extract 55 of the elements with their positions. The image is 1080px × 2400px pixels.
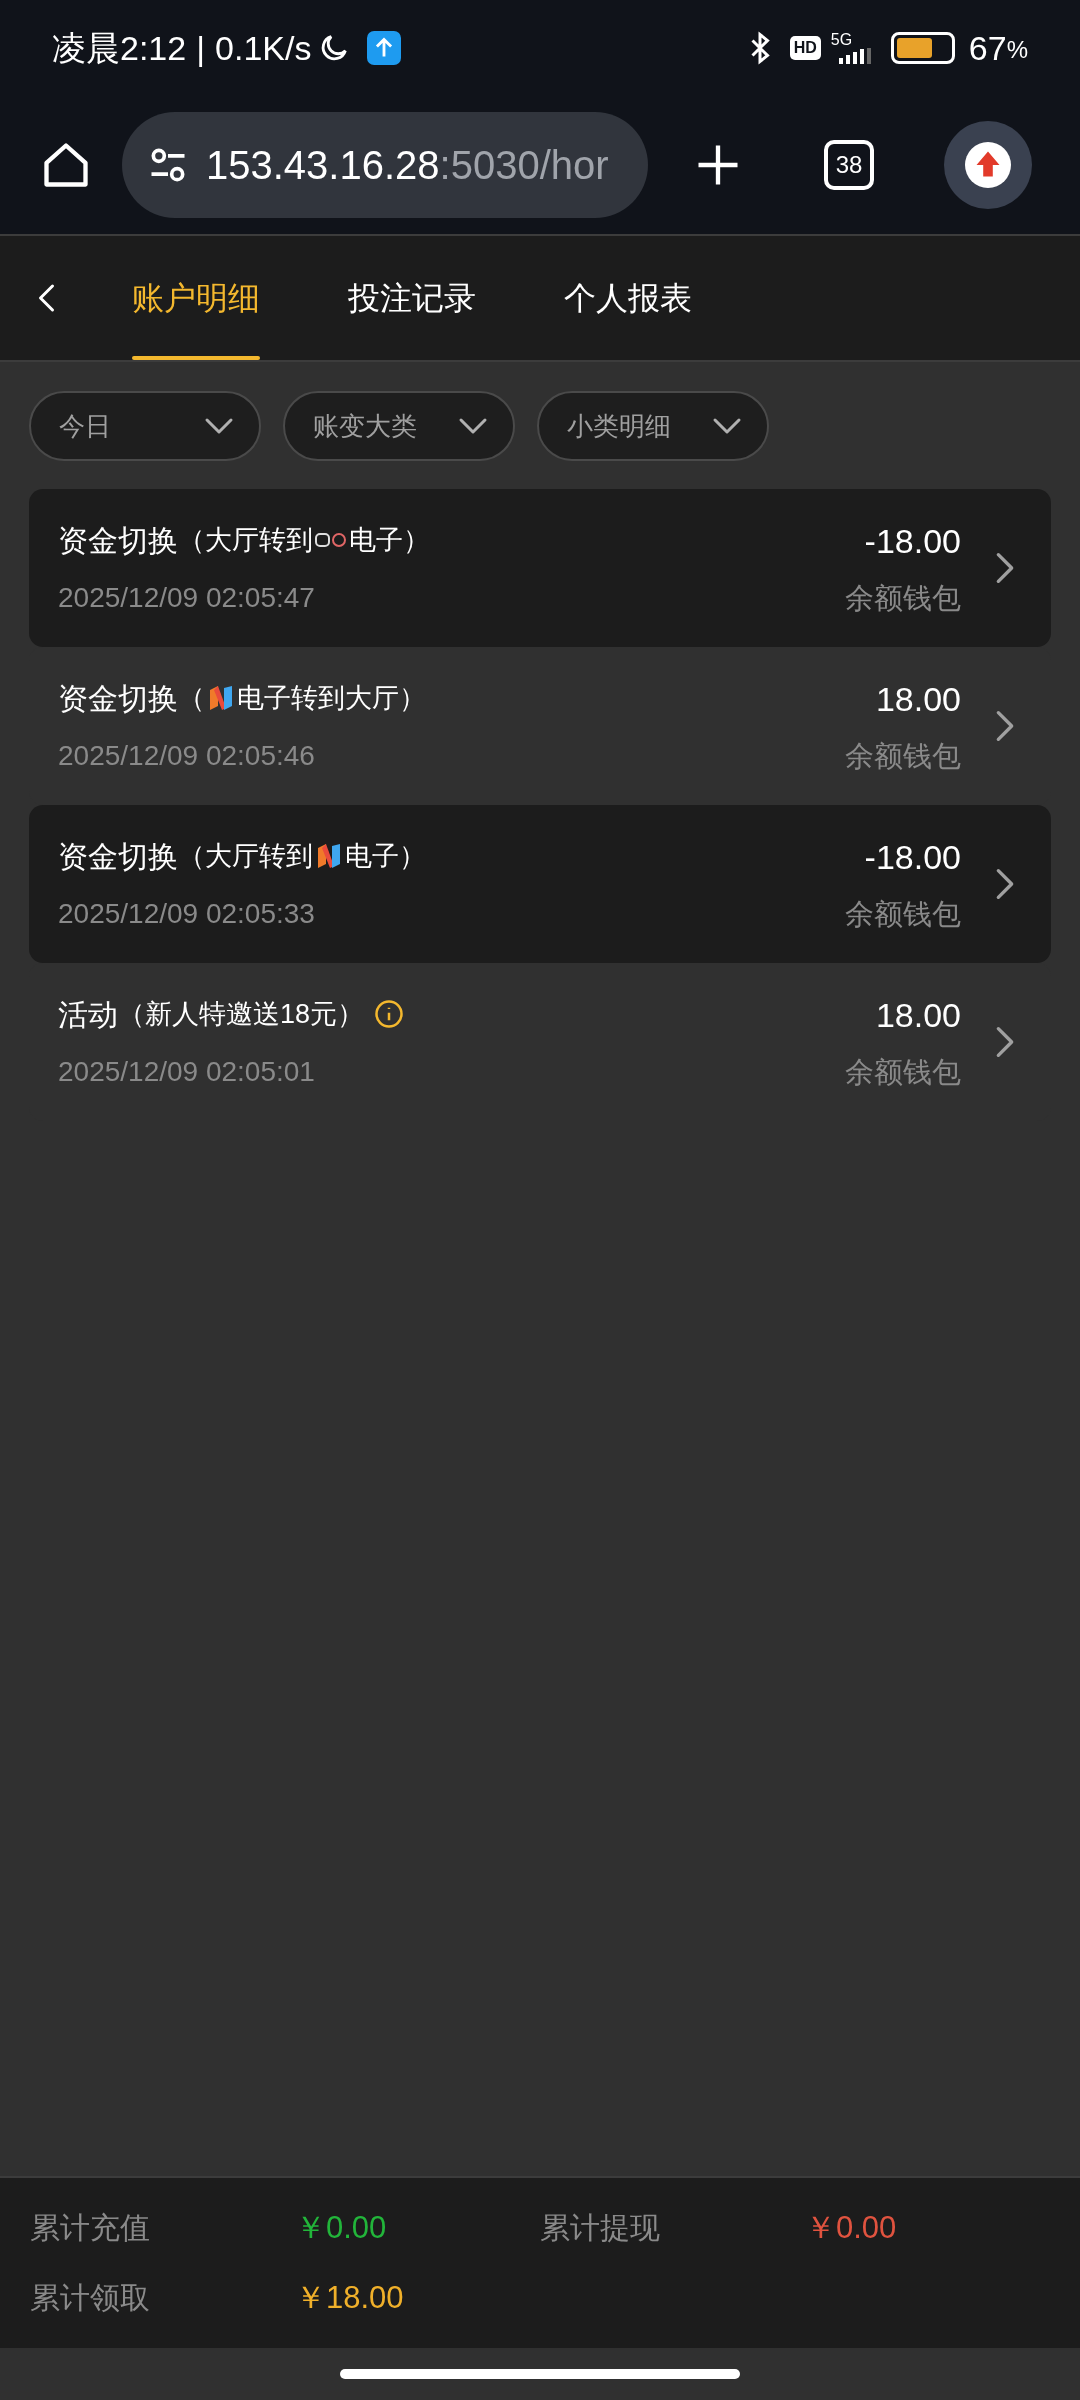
record-detail: （大厅转到 bbox=[178, 523, 313, 557]
record-title: 资金切换 bbox=[58, 522, 178, 559]
game-logo-icon bbox=[316, 842, 342, 870]
record-title: 活动 bbox=[58, 996, 118, 1033]
upload-icon bbox=[965, 142, 1011, 188]
summary-value: ￥18.00 bbox=[295, 2279, 405, 2317]
record-detail: （大厅转到 bbox=[178, 839, 313, 873]
filter-dropdown[interactable]: 小类明细 bbox=[537, 391, 769, 461]
tab[interactable]: 投注记录 bbox=[348, 236, 476, 360]
record-amount: -18.00 bbox=[864, 520, 961, 562]
wallet-label: 余额钱包 bbox=[845, 580, 961, 616]
clock-time: 凌晨2:12 bbox=[52, 27, 187, 69]
wallet-label: 余额钱包 bbox=[845, 1054, 961, 1090]
record-amount: 18.00 bbox=[875, 994, 961, 1036]
network-type: 5G bbox=[830, 32, 853, 48]
network-speed: 0.1K/s bbox=[215, 27, 312, 69]
battery-percent: 67 bbox=[968, 27, 1007, 69]
address-bar[interactable]: 153.43.16.28:5030/hor bbox=[122, 112, 648, 218]
record-detail: （新人特邀送18元） bbox=[118, 997, 365, 1031]
record-time: 2025/12/09 02:05:33 bbox=[58, 896, 316, 931]
game-logo-icon bbox=[314, 530, 348, 550]
filter-dropdown[interactable]: 今日 bbox=[29, 391, 261, 461]
summary-label: 累计充值 bbox=[30, 2209, 151, 2246]
record-detail: （ bbox=[178, 681, 205, 715]
game-logo-icon bbox=[208, 684, 234, 712]
record-detail: 电子转到大厅） bbox=[237, 681, 426, 715]
tab[interactable]: 个人报表 bbox=[564, 236, 692, 360]
record-amount: -18.00 bbox=[864, 836, 961, 878]
info-icon[interactable] bbox=[374, 999, 405, 1029]
separator: | bbox=[196, 27, 206, 69]
record-title: 资金切换 bbox=[58, 838, 178, 875]
record-row[interactable]: 资金切换（大厅转到 电子） 2025/12/09 02:05:33 -18.00 余额钱包 bbox=[29, 805, 1051, 963]
hd-badge: HD bbox=[789, 36, 821, 60]
record-detail: 电子） bbox=[349, 523, 430, 557]
tab[interactable]: 账户明细 bbox=[132, 236, 260, 360]
percent-sign: % bbox=[1006, 35, 1028, 65]
wallet-label: 余额钱包 bbox=[845, 896, 961, 932]
url-host: 153.43.16.28 bbox=[206, 143, 440, 187]
record-detail: 电子） bbox=[345, 839, 426, 873]
record-time: 2025/12/09 02:05:47 bbox=[58, 580, 316, 615]
url-path: :5030/hor bbox=[439, 143, 609, 187]
tab-count[interactable]: 38 bbox=[824, 140, 874, 190]
record-time: 2025/12/09 02:05:46 bbox=[58, 738, 316, 773]
battery-icon bbox=[890, 32, 955, 64]
record-row[interactable]: 资金切换（大厅转到 电子） 2025/12/09 02:05:47 -18.00 余额钱包 bbox=[29, 489, 1051, 647]
summary-label: 累计提现 bbox=[540, 2209, 661, 2246]
record-amount: 18.00 bbox=[875, 678, 961, 720]
filter-dropdown[interactable]: 账变大类 bbox=[283, 391, 515, 461]
wallet-label: 余额钱包 bbox=[845, 738, 961, 774]
summary-label: 累计领取 bbox=[30, 2280, 151, 2316]
summary-value: ￥0.00 bbox=[295, 2208, 388, 2247]
summary-value: ￥0.00 bbox=[805, 2208, 898, 2247]
record-time: 2025/12/09 02:05:01 bbox=[58, 1054, 316, 1089]
upload-app-icon bbox=[367, 31, 402, 65]
record-title: 资金切换 bbox=[58, 680, 178, 717]
